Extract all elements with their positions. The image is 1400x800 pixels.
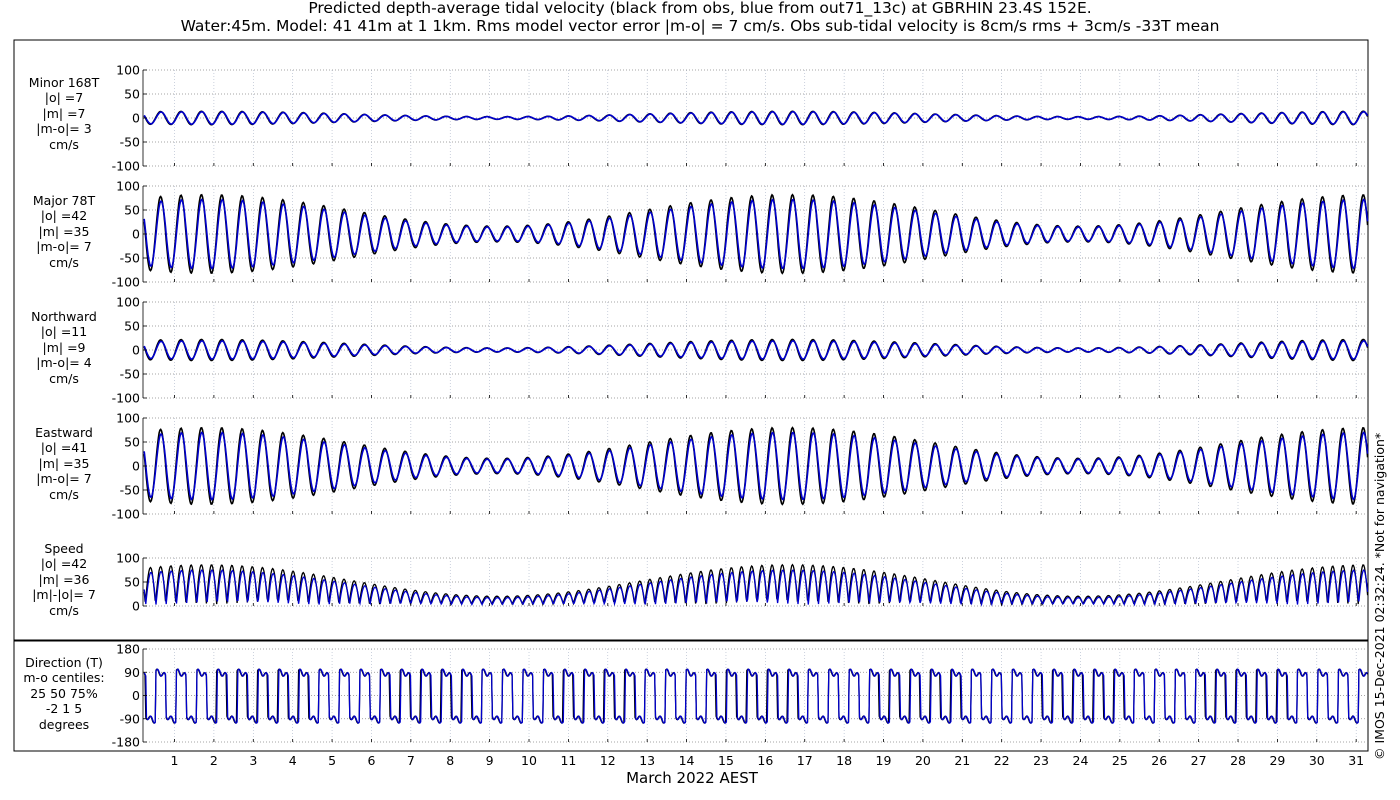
x-tick-label: 28 — [1230, 753, 1246, 768]
x-tick-label: 13 — [639, 753, 655, 768]
obs-series-direction — [143, 668, 1369, 724]
tidal-velocity-figure: 100500-50-100100500-50-100100500-50-1001… — [13, 39, 1369, 769]
y-tick-label: 0 — [132, 111, 140, 126]
chart-subtitle: Water:45m. Model: 41 41m at 1 1km. Rms m… — [180, 17, 1220, 35]
x-tick-label: 10 — [521, 753, 537, 768]
x-tick-label: 22 — [994, 753, 1010, 768]
y-tick-label: 0 — [132, 599, 140, 614]
y-tick-label: 0 — [132, 227, 140, 242]
y-tick-label: -100 — [112, 391, 140, 406]
x-tick-label: 1 — [171, 753, 179, 768]
y-tick-label: -100 — [112, 507, 140, 522]
y-tick-label: 100 — [116, 551, 140, 566]
y-tick-label: 50 — [124, 435, 140, 450]
x-tick-label: 7 — [407, 753, 415, 768]
panel-label-minor: Minor 168T |o| =7 |m| =7 |m-o|= 3 cm/s — [28, 75, 100, 152]
x-tick-label: 30 — [1309, 753, 1325, 768]
x-axis-label: March 2022 AEST — [626, 769, 758, 787]
y-tick-label: -50 — [120, 251, 140, 266]
y-tick-label: 0 — [132, 688, 140, 703]
x-tick-label: 27 — [1191, 753, 1207, 768]
x-tick-label: 11 — [560, 753, 576, 768]
y-tick-label: 50 — [124, 575, 140, 590]
panel-label-northward: Northward |o| =11 |m| =9 |m-o|= 4 cm/s — [31, 309, 97, 386]
x-tick-label: 20 — [915, 753, 931, 768]
y-tick-label: 50 — [124, 203, 140, 218]
x-tick-label: 26 — [1151, 753, 1167, 768]
x-tick-label: 14 — [679, 753, 695, 768]
y-tick-label: 50 — [124, 87, 140, 102]
upper-panels-frame — [13, 39, 1369, 641]
x-tick-label: 2 — [210, 753, 218, 768]
x-tick-label: 21 — [954, 753, 970, 768]
x-tick-label: 24 — [1073, 753, 1089, 768]
x-tick-label: 29 — [1269, 753, 1285, 768]
x-tick-label: 25 — [1112, 753, 1128, 768]
y-tick-label: -100 — [112, 275, 140, 290]
x-tick-label: 16 — [757, 753, 773, 768]
x-tick-label: 23 — [1033, 753, 1049, 768]
panel-label-speed: Speed |o| =42 |m| =36 |m|-|o|= 7 cm/s — [32, 541, 96, 618]
x-tick-label: 8 — [446, 753, 454, 768]
y-tick-label: 0 — [132, 459, 140, 474]
y-tick-label: -180 — [112, 735, 140, 750]
panel-label-major: Major 78T |o| =42 |m| =35 |m-o|= 7 cm/s — [32, 193, 96, 270]
x-tick-label: 31 — [1348, 753, 1364, 768]
panel-label-eastward: Eastward |o| =41 |m| =35 |m-o|= 7 cm/s — [35, 425, 93, 502]
x-tick-label: 15 — [718, 753, 734, 768]
x-tick-label: 4 — [289, 753, 297, 768]
y-tick-label: 100 — [116, 295, 140, 310]
y-tick-label: -50 — [120, 367, 140, 382]
x-tick-label: 6 — [367, 753, 375, 768]
x-tick-label: 5 — [328, 753, 336, 768]
y-tick-label: 100 — [116, 411, 140, 426]
x-tick-label: 9 — [486, 753, 494, 768]
x-tick-label: 19 — [876, 753, 892, 768]
y-tick-label: -90 — [120, 711, 140, 726]
y-tick-label: -100 — [112, 159, 140, 174]
y-tick-label: 0 — [132, 343, 140, 358]
y-tick-label: 180 — [116, 642, 140, 657]
x-tick-label: 17 — [797, 753, 813, 768]
y-tick-label: -50 — [120, 135, 140, 150]
x-tick-label: 3 — [249, 753, 257, 768]
y-tick-label: 90 — [124, 665, 140, 680]
y-tick-label: 100 — [116, 63, 140, 78]
series-layer — [143, 110, 1369, 724]
axis-layer: 100500-50-100100500-50-100100500-50-1001… — [112, 63, 1365, 769]
y-tick-label: -50 — [120, 483, 140, 498]
y-tick-label: 50 — [124, 319, 140, 334]
y-tick-label: 100 — [116, 179, 140, 194]
x-tick-label: 12 — [600, 753, 616, 768]
x-tick-label: 18 — [836, 753, 852, 768]
copyright-text: © IMOS 15-Dec-2021 02:32:24. *Not for na… — [1372, 432, 1387, 760]
chart-title: Predicted depth-average tidal velocity (… — [308, 0, 1092, 17]
panel-label-direction: Direction (T) m-o centiles: 25 50 75% -2… — [23, 655, 105, 732]
